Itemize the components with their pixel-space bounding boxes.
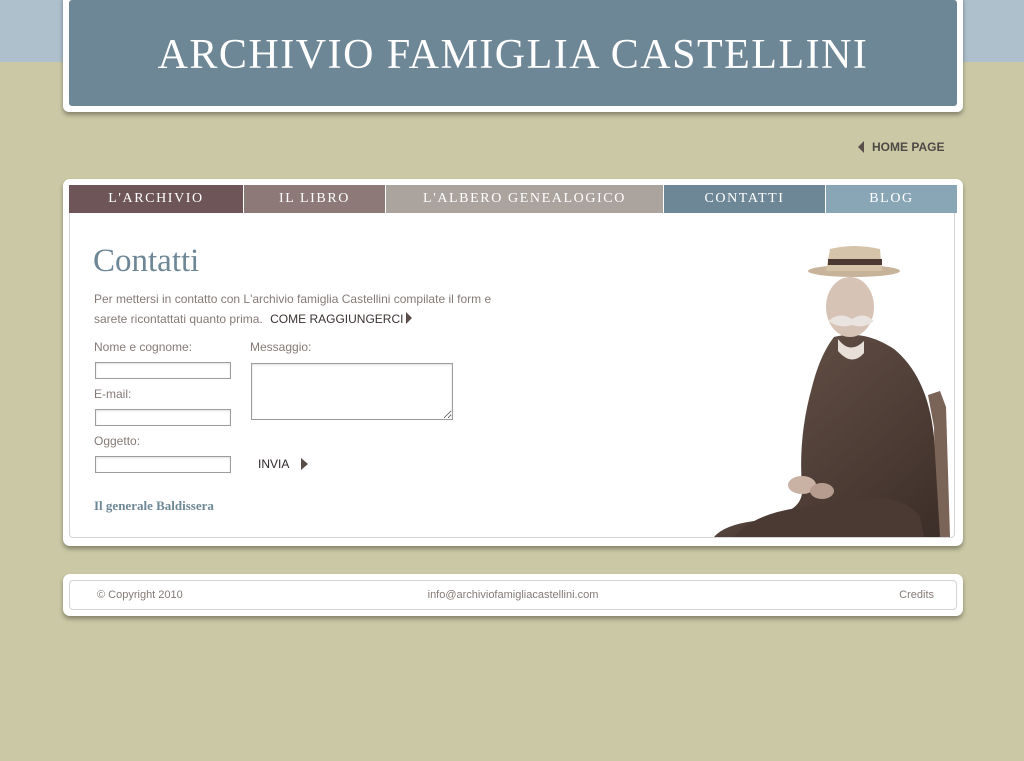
- contact-email-link[interactable]: info@archiviofamigliacastellini.com: [70, 589, 956, 601]
- submit-button[interactable]: INVIA: [258, 457, 309, 471]
- home-page-label: HOME PAGE: [872, 140, 945, 154]
- nav-item-albero-genealogico[interactable]: L'ALBERO GENEALOGICO: [386, 185, 664, 213]
- submit-label: INVIA: [258, 457, 290, 471]
- page-title: Contatti: [93, 243, 200, 279]
- name-label: Nome e cognome:: [94, 340, 193, 354]
- photo-caption: Il generale Baldissera: [94, 498, 214, 513]
- site-header: ARCHIVIO FAMIGLIA CASTELLINI: [63, 0, 963, 112]
- nav-item-contatti[interactable]: CONTATTI: [664, 185, 826, 213]
- general-portrait-image: [714, 246, 950, 537]
- email-field[interactable]: [95, 409, 231, 426]
- main-nav: L'ARCHIVIO IL LIBRO L'ALBERO GENEALOGICO…: [69, 185, 957, 213]
- nav-item-blog[interactable]: BLOG: [826, 185, 957, 213]
- credits-link[interactable]: Credits: [899, 589, 934, 601]
- footer-bar: © Copyright 2010 info@archiviofamigliaca…: [69, 580, 957, 610]
- arrow-right-icon: [406, 312, 413, 324]
- message-label: Messaggio:: [250, 340, 312, 354]
- content-area: Contatti Per mettersi in contatto con L'…: [69, 213, 955, 538]
- message-textarea[interactable]: [251, 363, 453, 420]
- subject-field[interactable]: [95, 456, 231, 473]
- directions-label: COME RAGGIUNGERCI: [270, 312, 404, 326]
- arrow-left-icon: [858, 141, 864, 153]
- arrow-right-icon: [301, 458, 309, 470]
- directions-link[interactable]: COME RAGGIUNGERCI: [270, 312, 413, 326]
- intro-paragraph: Per mettersi in contatto con L'archivio …: [94, 289, 514, 329]
- nav-item-archivio[interactable]: L'ARCHIVIO: [69, 185, 244, 213]
- home-page-link[interactable]: HOME PAGE: [858, 139, 944, 155]
- main-panel: L'ARCHIVIO IL LIBRO L'ALBERO GENEALOGICO…: [63, 179, 963, 546]
- email-label: E-mail:: [94, 387, 132, 401]
- site-footer: © Copyright 2010 info@archiviofamigliaca…: [63, 574, 963, 616]
- name-field[interactable]: [95, 362, 231, 379]
- subject-label: Oggetto:: [94, 434, 141, 448]
- site-title: ARCHIVIO FAMIGLIA CASTELLINI: [157, 32, 869, 78]
- header-banner: ARCHIVIO FAMIGLIA CASTELLINI: [69, 0, 957, 106]
- nav-item-libro[interactable]: IL LIBRO: [244, 185, 386, 213]
